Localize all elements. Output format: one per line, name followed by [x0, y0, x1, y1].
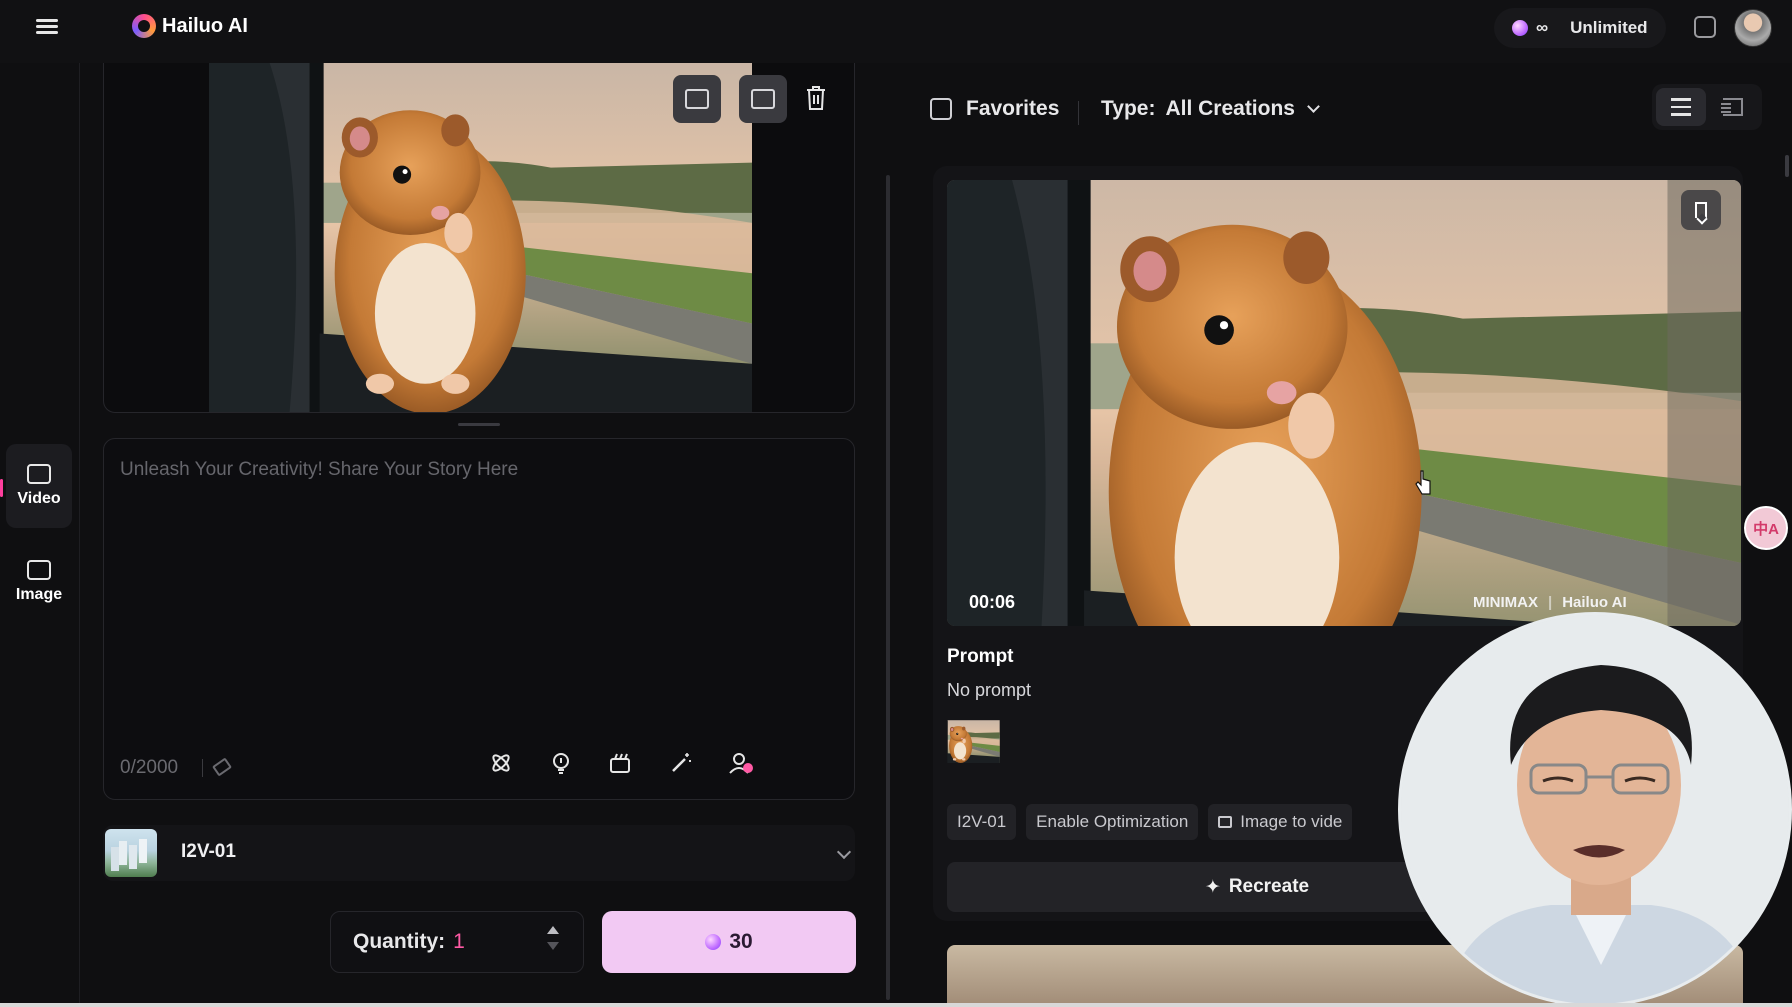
- tag-label: Enable Optimization: [1036, 812, 1189, 831]
- plan-badge[interactable]: ∞ Unlimited: [1494, 8, 1666, 48]
- tag-optimization: Enable Optimization: [1026, 804, 1199, 840]
- bookmark-button[interactable]: [1681, 190, 1721, 230]
- credit-gem-icon: [705, 934, 722, 950]
- char-counter: 0/2000: [120, 757, 179, 778]
- atom-icon: [492, 754, 510, 772]
- active-rail-marker: [0, 479, 3, 497]
- magic-wand-icon: [672, 753, 691, 772]
- credit-gem-icon: [1512, 20, 1528, 36]
- watermark-minimax: MINIMAX: [1473, 594, 1538, 611]
- video-player[interactable]: 00:06 MINIMAX | Hailuo AI: [947, 180, 1741, 626]
- side-rail: Video Image: [0, 63, 80, 1007]
- view-toggle: [1652, 84, 1762, 130]
- prompt-card: 0/2000: [103, 438, 855, 800]
- tag-mode: Image to vide: [1208, 804, 1353, 840]
- eraser-icon[interactable]: [212, 757, 232, 777]
- prompt-input[interactable]: [120, 459, 820, 679]
- tag-label: Image to vide: [1240, 812, 1343, 831]
- recreate-label: Recreate: [1228, 876, 1310, 897]
- tag-label: I2V-01: [957, 812, 1007, 831]
- generate-button[interactable]: 30: [602, 911, 856, 973]
- increment-arrow-icon[interactable]: [547, 926, 559, 934]
- image-edit-icon: [751, 89, 775, 109]
- watermark: MINIMAX | Hailuo AI: [1473, 594, 1627, 611]
- chevron-down-icon: [836, 844, 852, 860]
- presenter-video: [1401, 615, 1789, 1004]
- rail-item-label: Video: [17, 490, 61, 507]
- divider: [1078, 101, 1079, 125]
- favorites-checkbox[interactable]: [930, 98, 952, 120]
- rail-item-image[interactable]: Image: [6, 540, 72, 624]
- infinity-symbol: ∞: [1536, 18, 1549, 37]
- video-frame: [947, 180, 1741, 626]
- sparkle-icon: ✦: [1204, 876, 1221, 898]
- type-value: All Creations: [1165, 97, 1295, 120]
- decrement-arrow-icon[interactable]: [547, 942, 559, 950]
- favorites-label: Favorites: [966, 97, 1060, 120]
- prompt-tool-button[interactable]: [727, 749, 755, 777]
- scrollbar[interactable]: [1785, 155, 1789, 177]
- library-icon[interactable]: [1694, 16, 1716, 38]
- model-thumbnail: [105, 829, 157, 877]
- reference-image[interactable]: [947, 713, 1013, 779]
- prompt-tool-button[interactable]: [667, 749, 695, 777]
- type-label: Type:: [1101, 97, 1156, 120]
- scrollbar[interactable]: [886, 175, 890, 1000]
- reference-thumbnail: [947, 713, 1013, 779]
- chevron-down-icon: [1307, 100, 1320, 113]
- mouse-cursor-icon: [1415, 470, 1431, 495]
- lightbulb-icon: [553, 753, 569, 774]
- quantity-value: 1: [453, 930, 465, 953]
- brand-logo[interactable]: Hailuo AI: [132, 14, 248, 38]
- image-replace-icon: [685, 89, 709, 109]
- top-bar: Hailuo AI ∞ Unlimited: [0, 0, 1792, 63]
- progress-track: [0, 1003, 1792, 1007]
- uploaded-image-card: [103, 63, 855, 413]
- model-selector[interactable]: I2V-01: [103, 825, 855, 881]
- tag-model: I2V-01: [947, 804, 1017, 840]
- detail-view-icon: [1721, 98, 1743, 116]
- rail-item-video[interactable]: Video: [6, 444, 72, 528]
- favorites-filter[interactable]: Favorites: [930, 97, 1059, 121]
- watermark-hailuo: Hailuo AI: [1562, 594, 1627, 611]
- avatar[interactable]: [1734, 9, 1772, 47]
- character-icon: [729, 753, 753, 774]
- replace-image-button[interactable]: [673, 75, 721, 123]
- list-view-icon: [1671, 98, 1691, 116]
- edit-image-button[interactable]: [739, 75, 787, 123]
- divider: |: [1548, 594, 1553, 611]
- plan-label: Unlimited: [1570, 18, 1648, 37]
- generate-cost: 30: [729, 930, 753, 953]
- bookmark-icon: [1695, 202, 1707, 218]
- quantity-stepper[interactable]: Quantity: 1: [330, 911, 584, 973]
- camera-movement-icon: [610, 753, 630, 773]
- webcam-overlay: [1398, 612, 1792, 1007]
- video-duration: 00:06: [969, 592, 1016, 612]
- prompt-text: No prompt: [947, 680, 1032, 700]
- brand-name: Hailuo AI: [162, 14, 248, 37]
- image-icon: [27, 560, 51, 580]
- quantity-label: Quantity:: [353, 930, 446, 953]
- model-name: I2V-01: [181, 841, 236, 862]
- type-filter[interactable]: Type: All Creations: [1101, 97, 1320, 121]
- hailuo-logo-icon: [132, 14, 156, 38]
- prompt-tool-button[interactable]: [487, 749, 515, 777]
- resize-handle[interactable]: [458, 423, 500, 426]
- generation-tags: I2V-01 Enable Optimization Image to vide: [947, 804, 1353, 840]
- prompt-tool-button[interactable]: [547, 749, 575, 777]
- composer-panel: 0/2000 I2V-01 Quantity: 1 30: [88, 63, 890, 1007]
- detail-view-button[interactable]: [1708, 88, 1758, 126]
- image-icon: [1218, 816, 1233, 828]
- video-icon: [27, 464, 51, 484]
- prompt-tool-button[interactable]: [606, 749, 634, 777]
- trash-icon[interactable]: [805, 85, 827, 111]
- translate-button[interactable]: 中A: [1744, 506, 1788, 550]
- list-view-button[interactable]: [1656, 88, 1706, 126]
- prompt-heading: Prompt: [947, 646, 1014, 667]
- menu-icon[interactable]: [36, 16, 60, 40]
- uploaded-image: [209, 63, 752, 413]
- rail-item-label: Image: [15, 586, 63, 603]
- divider: [202, 759, 203, 777]
